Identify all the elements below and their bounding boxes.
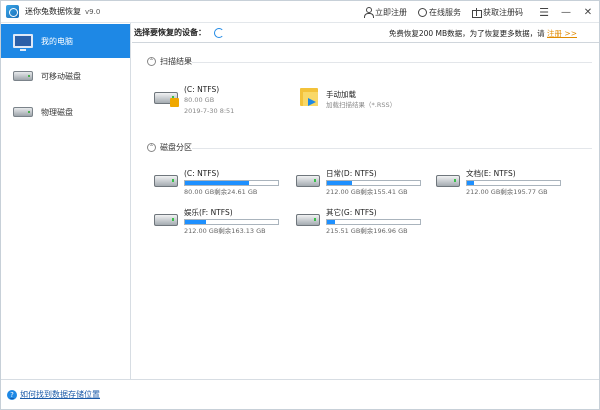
partition-usage-bar — [326, 219, 421, 225]
headset-icon — [417, 7, 427, 17]
hdd-icon — [436, 175, 460, 187]
manual-load-sub: 加载扫描结果（*.RSS） — [326, 101, 397, 109]
sidebar-item-label: 我的电脑 — [41, 36, 73, 46]
partition-size: 80.00 GB剩余24.61 GB — [184, 188, 258, 196]
partition-usage-bar — [466, 180, 561, 186]
register-now-label: 立即注册 — [375, 7, 407, 17]
partition-usage-fill — [185, 220, 207, 224]
online-service-link[interactable]: 在线服务 — [417, 7, 461, 18]
partition-usage-bar — [184, 219, 279, 225]
title-bar: 迷你兔数据恢复 v9.0 立即注册 在线服务 获取注册码 ☰ — ✕ — [1, 1, 599, 23]
device-header: 选择要恢复的设备： 免费恢复200 MB数据，为了恢复更多数据，请 注册 >> — [132, 23, 599, 43]
partition-item[interactable]: 其它(G: NTFS) 215.51 GB剩余196.96 GB — [296, 208, 421, 236]
collapse-scan-results-icon[interactable]: ⌃ — [147, 57, 156, 66]
partition-item[interactable]: (C: NTFS) 80.00 GB剩余24.61 GB — [154, 169, 279, 197]
sidebar-item-physical-disk[interactable]: 物理磁盘 — [1, 94, 130, 130]
get-code-label: 获取注册码 — [483, 7, 523, 17]
hdd-icon — [296, 214, 320, 226]
partition-info: 其它(G: NTFS) 215.51 GB剩余196.96 GB — [326, 208, 421, 236]
get-code-link[interactable]: 获取注册码 — [471, 7, 523, 18]
partition-name: 其它(G: NTFS) — [326, 208, 377, 217]
scan-disk-icon-wrap — [154, 92, 179, 117]
partitions-title: 磁盘分区 — [160, 143, 192, 152]
user-icon — [363, 7, 374, 18]
help-link-label: 如何找到数据存储位置 — [20, 390, 100, 399]
partition-usage-fill — [327, 181, 353, 185]
partition-usage-fill — [467, 181, 475, 185]
partition-name: 娱乐(F: NTFS) — [184, 208, 233, 217]
partition-size: 212.00 GB剩余195.77 GB — [466, 188, 548, 196]
partition-name: 文档(E: NTFS) — [466, 169, 516, 178]
hdd-icon — [154, 175, 178, 187]
sidebar-item-label: 可移动磁盘 — [41, 71, 81, 81]
partition-name: (C: NTFS) — [184, 169, 220, 178]
manual-load-title: 手动加载 — [326, 90, 356, 99]
partitions-header: ⌃ 磁盘分区 — [147, 142, 192, 153]
partition-info: (C: NTFS) 80.00 GB剩余24.61 GB — [184, 169, 279, 197]
partition-usage-fill — [327, 220, 336, 224]
partition-info: 文档(E: NTFS) 212.00 GB剩余195.77 GB — [466, 169, 561, 197]
app-window: 迷你兔数据恢复 v9.0 立即注册 在线服务 获取注册码 ☰ — ✕ 我的电脑 — [0, 0, 600, 410]
app-title: 迷你兔数据恢复 — [25, 7, 81, 16]
scan-result-item[interactable]: (C: NTFS) 80.00 GB 2019-7-30 8:51 — [154, 84, 234, 117]
scan-result-info: (C: NTFS) 80.00 GB 2019-7-30 8:51 — [184, 84, 234, 117]
close-button[interactable]: ✕ — [577, 1, 599, 23]
collapse-partitions-icon[interactable]: ⌃ — [147, 143, 156, 152]
section-divider — [192, 148, 592, 149]
partition-item[interactable]: 娱乐(F: NTFS) 212.00 GB剩余163.13 GB — [154, 208, 279, 236]
partition-usage-bar — [326, 180, 421, 186]
title-actions: 立即注册 在线服务 获取注册码 ☰ — ✕ — [363, 1, 599, 23]
refresh-icon[interactable] — [214, 27, 224, 38]
main-panel: 选择要恢复的设备： 免费恢复200 MB数据，为了恢复更多数据，请 注册 >> … — [132, 23, 599, 379]
manual-load-item[interactable]: 手动加载 加载扫描结果（*.RSS） — [300, 86, 396, 111]
help-storage-location-link[interactable]: ? 如何找到数据存储位置 — [7, 389, 100, 400]
manual-load-info: 手动加载 加载扫描结果（*.RSS） — [326, 89, 396, 111]
scan-results-header: ⌃ 扫描结果 — [147, 56, 192, 67]
partition-info: 娱乐(F: NTFS) 212.00 GB剩余163.13 GB — [184, 208, 279, 236]
partition-name: 日常(D: NTFS) — [326, 169, 377, 178]
folder-load-icon — [300, 86, 320, 108]
gift-icon — [471, 7, 482, 18]
section-divider — [192, 62, 592, 63]
partition-usage-fill — [185, 181, 250, 185]
partition-usage-bar — [184, 180, 279, 186]
scan-result-date: 2019-7-30 8:51 — [184, 107, 235, 115]
online-service-label: 在线服务 — [429, 7, 461, 17]
sidebar-item-my-computer[interactable]: 我的电脑 — [1, 24, 130, 58]
hdd-icon — [154, 214, 178, 226]
sidebar-item-label: 物理磁盘 — [41, 107, 73, 117]
scan-result-size: 80.00 GB — [184, 96, 215, 104]
app-version: v9.0 — [85, 7, 101, 16]
help-icon: ? — [7, 389, 17, 400]
select-device-label: 选择要恢复的设备： — [134, 28, 206, 37]
monitor-icon — [13, 34, 33, 51]
partition-item[interactable]: 日常(D: NTFS) 212.00 GB剩余155.41 GB — [296, 169, 421, 197]
partition-item[interactable]: 文档(E: NTFS) 212.00 GB剩余195.77 GB — [436, 169, 561, 197]
register-link[interactable]: 注册 >> — [547, 29, 577, 38]
promo-text: 免费恢复200 MB数据，为了恢复更多数据，请 注册 >> — [389, 28, 577, 39]
sidebar: 我的电脑 可移动磁盘 物理磁盘 — [1, 23, 131, 379]
promo-message: 免费恢复200 MB数据，为了恢复更多数据，请 — [388, 29, 545, 38]
hdd-icon — [13, 107, 33, 117]
partition-size: 212.00 GB剩余155.41 GB — [326, 188, 408, 196]
scan-file-icon — [170, 98, 179, 107]
partition-size: 212.00 GB剩余163.13 GB — [184, 227, 266, 235]
minimize-button[interactable]: — — [555, 1, 577, 23]
app-logo-icon — [6, 5, 19, 18]
sidebar-item-removable-disk[interactable]: 可移动磁盘 — [1, 58, 130, 94]
bottom-bar: ? 如何找到数据存储位置 — [1, 379, 599, 409]
menu-button[interactable]: ☰ — [533, 1, 555, 23]
partition-info: 日常(D: NTFS) 212.00 GB剩余155.41 GB — [326, 169, 421, 197]
partition-size: 215.51 GB剩余196.96 GB — [326, 227, 408, 235]
hdd-icon — [13, 71, 33, 81]
hdd-icon — [296, 175, 320, 187]
scan-result-name: (C: NTFS) — [184, 85, 220, 94]
register-now-link[interactable]: 立即注册 — [363, 7, 407, 18]
scan-results-title: 扫描结果 — [160, 57, 192, 66]
